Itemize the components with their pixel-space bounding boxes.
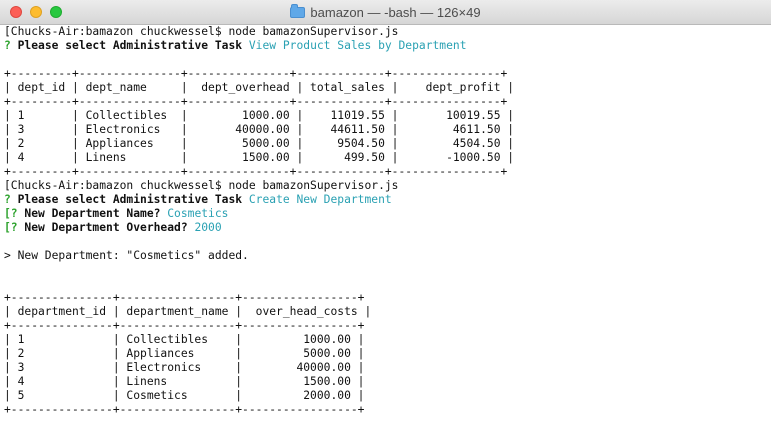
window-title: bamazon — -bash — 126×49 (310, 4, 481, 20)
terminal-text-segment: | 1 | Collectibles | 1000.00 | 11019.55 … (4, 109, 515, 122)
terminal-line: ? Please select Administrative Task View… (4, 39, 771, 53)
terminal-line: +---------+---------------+-------------… (4, 95, 771, 109)
terminal-line: +---------------+-----------------+-----… (4, 291, 771, 305)
terminal-line: [Chucks-Air:bamazon chuckwessel$ node ba… (4, 179, 771, 193)
terminal-text-segment: | 5 | Cosmetics | 2000.00 | (4, 389, 365, 402)
terminal-line: | 2 | Appliances | 5000.00 | 9504.50 | 4… (4, 137, 771, 151)
terminal-line: | 5 | Cosmetics | 2000.00 | (4, 389, 771, 403)
terminal-text-segment: ? (4, 193, 18, 206)
terminal-line: +---------+---------------+-------------… (4, 67, 771, 81)
terminal-text-segment: | 4 | Linens | 1500.00 | 499.50 | -1000.… (4, 151, 515, 164)
terminal-line: | 1 | Collectibles | 1000.00 | (4, 333, 771, 347)
terminal-line: | department_id | department_name | over… (4, 305, 771, 319)
terminal-line: | 2 | Appliances | 5000.00 | (4, 347, 771, 361)
terminal-text-segment: | 1 | Collectibles | 1000.00 | (4, 333, 365, 346)
terminal-line: +---------------+-----------------+-----… (4, 319, 771, 333)
title-bar: bamazon — -bash — 126×49 (0, 0, 771, 25)
terminal-text-segment: +---------------+-----------------+-----… (4, 403, 365, 416)
terminal-text-segment: | dept_id | dept_name | dept_overhead | … (4, 81, 515, 94)
terminal-text-segment: Please select Administrative Task (17, 39, 249, 52)
terminal-line: +---------+---------------+-------------… (4, 165, 771, 179)
terminal-text-segment: New Department Overhead? (24, 221, 195, 234)
terminal-text-segment: [? (4, 207, 25, 220)
terminal-line: | 4 | Linens | 1500.00 | 499.50 | -1000.… (4, 151, 771, 165)
terminal-line: ? Please select Administrative Task Crea… (4, 193, 771, 207)
terminal-text-segment: New Department Name? (24, 207, 168, 220)
terminal-text-segment: | 2 | Appliances | 5000.00 | 9504.50 | 4… (4, 137, 515, 150)
terminal-line: | dept_id | dept_name | dept_overhead | … (4, 81, 771, 95)
terminal-text-segment: | department_id | department_name | over… (4, 305, 372, 318)
terminal-text-segment: | 2 | Appliances | 5000.00 | (4, 347, 365, 360)
terminal-window: bamazon — -bash — 126×49 [Chucks-Air:bam… (0, 0, 771, 422)
terminal-line: [? New Department Overhead? 2000 (4, 221, 771, 235)
terminal-text-segment: | 3 | Electronics | 40000.00 | 44611.50 … (4, 123, 515, 136)
terminal-text-segment: Please select Administrative Task (17, 193, 249, 206)
terminal-text-segment: 2000 (194, 221, 222, 234)
terminal-text-segment: +---------+---------------+-------------… (4, 165, 508, 178)
terminal-line: | 1 | Collectibles | 1000.00 | 11019.55 … (4, 109, 771, 123)
terminal-line: [Chucks-Air:bamazon chuckwessel$ node ba… (4, 25, 771, 39)
folder-icon (290, 3, 306, 18)
terminal-text-segment: | 4 | Linens | 1500.00 | (4, 375, 365, 388)
terminal-text-segment: [Chucks-Air:bamazon chuckwessel$ node ba… (4, 179, 399, 192)
terminal-line: | 4 | Linens | 1500.00 | (4, 375, 771, 389)
terminal-text-segment: +---------------+-----------------+-----… (4, 291, 365, 304)
terminal-text-segment: | 3 | Electronics | 40000.00 | (4, 361, 365, 374)
window-title-group: bamazon — -bash — 126×49 (0, 0, 771, 24)
terminal-text-segment: Create New Department (248, 193, 392, 206)
terminal-text-segment: +---------------+-----------------+-----… (4, 319, 365, 332)
terminal-line: > New Department: "Cosmetics" added. (4, 249, 771, 263)
terminal-text-segment: > New Department: "Cosmetics" added. (4, 249, 249, 262)
terminal-line: | 3 | Electronics | 40000.00 | (4, 361, 771, 375)
terminal-line: | 3 | Electronics | 40000.00 | 44611.50 … (4, 123, 771, 137)
terminal-text-segment: [Chucks-Air:bamazon chuckwessel$ node ba… (4, 25, 399, 38)
terminal-line: [? New Department Name? Cosmetics (4, 207, 771, 221)
terminal-text-segment: View Product Sales by Department (248, 39, 467, 52)
terminal-text-segment: +---------+---------------+-------------… (4, 67, 508, 80)
terminal-line: +---------------+-----------------+-----… (4, 403, 771, 417)
terminal-text-segment: Cosmetics (167, 207, 229, 220)
terminal-text-segment: ? (4, 39, 18, 52)
terminal-text-segment: [? (4, 221, 25, 234)
terminal-output[interactable]: [Chucks-Air:bamazon chuckwessel$ node ba… (4, 25, 771, 422)
terminal-text-segment: +---------+---------------+-------------… (4, 95, 508, 108)
